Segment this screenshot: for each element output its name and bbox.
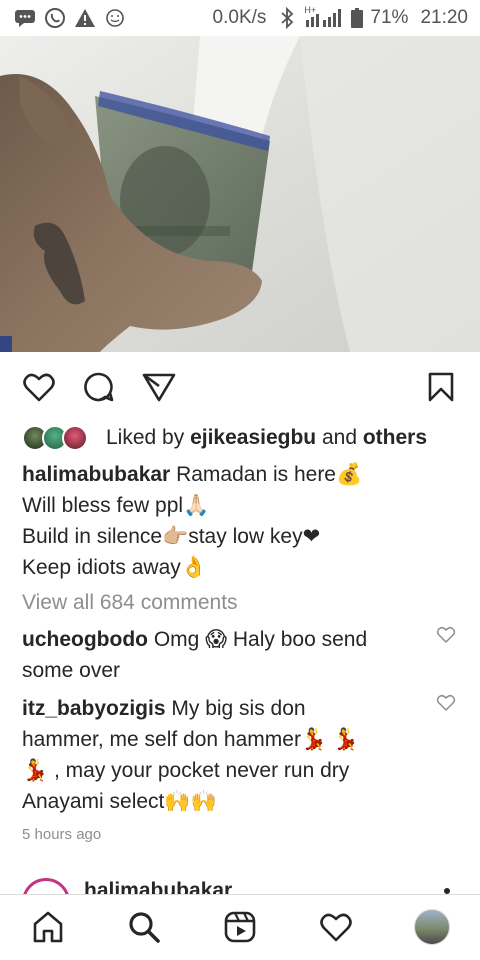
comment: itz_babyozigis My big sis don hammer, me… xyxy=(22,693,422,817)
comment-heart-icon[interactable] xyxy=(436,626,456,646)
bluetooth-icon xyxy=(276,7,298,29)
comment-text: Omg 😱 Haly boo send xyxy=(147,628,368,651)
signal-icon: H+ xyxy=(304,5,344,29)
comment-username[interactable]: itz_babyozigis xyxy=(22,697,166,720)
liker-avatars xyxy=(22,423,98,453)
post-caption: halimabubakar Ramadan is here💰 Will bles… xyxy=(22,459,462,583)
comment-line: itz_babyozigis My big sis don xyxy=(22,693,422,724)
post-timestamp: 5 hours ago xyxy=(22,826,102,843)
caption-line: halimabubakar Ramadan is here💰 xyxy=(22,459,462,490)
comment-line: 💃 , may your pocket never run dry xyxy=(22,759,350,782)
likes-summary[interactable]: Liked by ejikeasiegbu and others xyxy=(22,423,427,453)
caption-line: Keep idiots away👌 xyxy=(22,556,207,579)
save-bookmark-icon[interactable] xyxy=(424,370,458,404)
caption-line: Will bless few ppl🙏🏻 xyxy=(22,494,210,517)
likes-others[interactable]: others xyxy=(363,426,427,449)
emoji-icon xyxy=(104,7,126,29)
chat-icon xyxy=(14,7,36,29)
comment-line: some over xyxy=(22,659,121,682)
battery-icon xyxy=(350,7,364,29)
share-send-icon[interactable] xyxy=(142,370,176,404)
status-bar: 0.0K/s H+ 71% 21:20 xyxy=(0,0,480,36)
network-speed: 0.0K/s xyxy=(212,7,267,28)
status-system: 0.0K/s H+ 71% 21:20 xyxy=(212,5,468,29)
profile-avatar xyxy=(414,909,450,945)
view-all-comments-link[interactable]: View all 684 comments xyxy=(22,591,238,615)
post-photo xyxy=(0,36,480,352)
likes-prefix: Liked by xyxy=(106,426,191,449)
profile-tab[interactable] xyxy=(414,909,450,945)
comment: ucheogbodo Omg 😱 Haly boo send some over xyxy=(22,624,422,686)
comment-line: Anayami select🙌🙌 xyxy=(22,790,217,813)
liker-username[interactable]: ejikeasiegbu xyxy=(190,426,316,449)
avatar xyxy=(62,425,88,451)
caption-text: Ramadan is here💰 xyxy=(170,463,363,486)
search-icon[interactable] xyxy=(126,909,162,945)
comment-line: ucheogbodo Omg 😱 Haly boo send xyxy=(22,624,422,655)
like-heart-icon[interactable] xyxy=(22,370,56,404)
home-icon[interactable] xyxy=(30,909,66,945)
comment-text: My big sis don xyxy=(165,697,306,720)
likes-text: Liked by ejikeasiegbu and others xyxy=(106,426,427,450)
whatsapp-icon xyxy=(44,7,66,29)
comment-bubble-icon[interactable] xyxy=(82,370,116,404)
signal-label: H+ xyxy=(304,5,317,15)
post-action-bar xyxy=(0,360,480,414)
caption-username[interactable]: halimabubakar xyxy=(22,463,170,486)
comment-line: hammer, me self don hammer💃 💃 xyxy=(22,728,360,751)
battery-percent: 71% xyxy=(370,7,409,28)
clock: 21:20 xyxy=(420,7,468,28)
activity-heart-icon[interactable] xyxy=(318,909,354,945)
next-post-header: halimabubakar xyxy=(0,876,480,896)
bottom-navigation xyxy=(0,894,480,960)
comment-username[interactable]: ucheogbodo xyxy=(22,628,148,651)
status-notifications xyxy=(14,7,126,29)
caption-line: Build in silence👉🏼stay low key❤ xyxy=(22,525,321,548)
post-image[interactable] xyxy=(0,36,480,352)
likes-and: and xyxy=(316,426,363,449)
warning-icon xyxy=(74,7,96,29)
comment-heart-icon[interactable] xyxy=(436,694,456,714)
reels-icon[interactable] xyxy=(222,909,258,945)
